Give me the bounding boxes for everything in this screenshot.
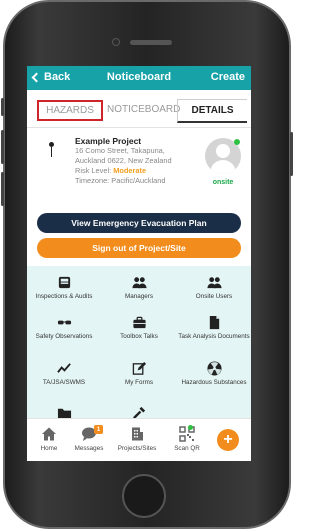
tile-label: Managers [124,293,153,300]
project-timezone: Timezone: Pacific/Auckland [75,176,166,185]
navigation-bar: Back Noticeboard Create [27,66,251,90]
building-icon [132,427,143,441]
line-chart-icon [56,362,71,373]
tabbar-label: Home [40,445,58,452]
tile-label: My Forms [125,379,153,386]
home-button[interactable] [122,474,166,518]
add-button[interactable]: + [217,429,239,451]
tile-label: Toolbox Talks [120,333,158,340]
evacuation-plan-button[interactable]: View Emergency Evacuation Plan [37,213,241,233]
tabbar-label: Scan QR [174,445,200,452]
power-button [290,132,293,176]
project-card: Example Project 16 Como Street, Takapuna… [27,128,251,200]
project-address-line1: 16 Como Street, Takapuna, [75,146,165,155]
tab-details[interactable]: DETAILS [177,99,247,123]
tile-label: Task Analysis Documents [178,333,250,340]
onsite-status-label: onsite [212,179,234,186]
project-address-line2: Auckland 0622, New Zealand [75,156,172,165]
mute-switch [1,98,4,116]
tile-label: Inspections & Audits [35,293,93,300]
tile-hazardous-substances[interactable]: Hazardous Substances [177,360,251,387]
home-icon [42,427,56,441]
risk-label: Risk Level: [75,166,114,175]
tile-label: Onsite Users [195,293,233,300]
earpiece-speaker [130,40,172,45]
tile-inspections-audits[interactable]: Inspections & Audits [27,274,101,301]
sign-out-button[interactable]: Sign out of Project/Site [37,238,241,258]
glasses-icon [57,320,71,324]
tile-onsite-users[interactable]: Onsite Users [177,274,251,301]
tabbar-projects-sites[interactable]: Projects/Sites [111,425,163,452]
map-pin-icon [49,142,54,158]
inbox-tray-icon [58,276,70,288]
users-icon [131,276,147,288]
tile-my-forms[interactable]: My Forms [102,360,176,387]
project-risk-level: Risk Level: Moderate [75,166,195,176]
tile-label: Hazardous Substances [181,379,247,386]
scan-status-dot [188,425,193,430]
risk-value: Moderate [113,166,147,175]
tabbar-label: Projects/Sites [117,445,157,452]
app-screen: Back Noticeboard Create HAZARDS NOTICEBO… [27,66,251,461]
tile-safety-observations[interactable]: Safety Observations [27,314,101,341]
front-camera [112,38,120,46]
users-icon [206,276,222,288]
tile-toolbox-talks[interactable]: Toolbox Talks [102,314,176,341]
project-name: Example Project [75,136,142,146]
tabbar-scan-qr[interactable]: Scan QR [165,425,209,452]
tile-task-analysis-documents[interactable]: Task Analysis Documents [177,314,251,341]
online-status-dot [234,139,240,145]
project-info: Example Project 16 Como Street, Takapuna… [75,136,195,186]
tab-strip: HAZARDS NOTICEBOARD DETAILS [27,90,251,128]
tile-ta-jsa-swms[interactable]: TA/JSA/SWMS [27,360,101,387]
feature-grid: Inspections & Audits Managers Onsite Use… [27,266,251,419]
messages-badge: 1 [94,425,103,434]
tabbar-messages[interactable]: Messages 1 [67,425,111,452]
tab-noticeboard[interactable]: NOTICEBOARD [107,104,180,115]
volume-down-button [1,172,4,206]
create-button[interactable]: Create [211,71,245,83]
briefcase-icon [132,316,146,328]
radiation-icon [206,360,222,376]
tile-managers[interactable]: Managers [102,274,176,301]
tabbar-home[interactable]: Home [27,425,71,452]
tile-label: TA/JSA/SWMS [42,379,86,386]
volume-up-button [1,130,4,164]
tile-label: Safety Observations [35,333,93,340]
tab-hazards[interactable]: HAZARDS [37,100,103,121]
document-icon [209,315,219,329]
bottom-tab-bar: Home Messages 1 Projects/Sites Scan QR + [27,418,251,461]
edit-icon [132,361,146,375]
tabbar-label: Messages [74,445,104,452]
